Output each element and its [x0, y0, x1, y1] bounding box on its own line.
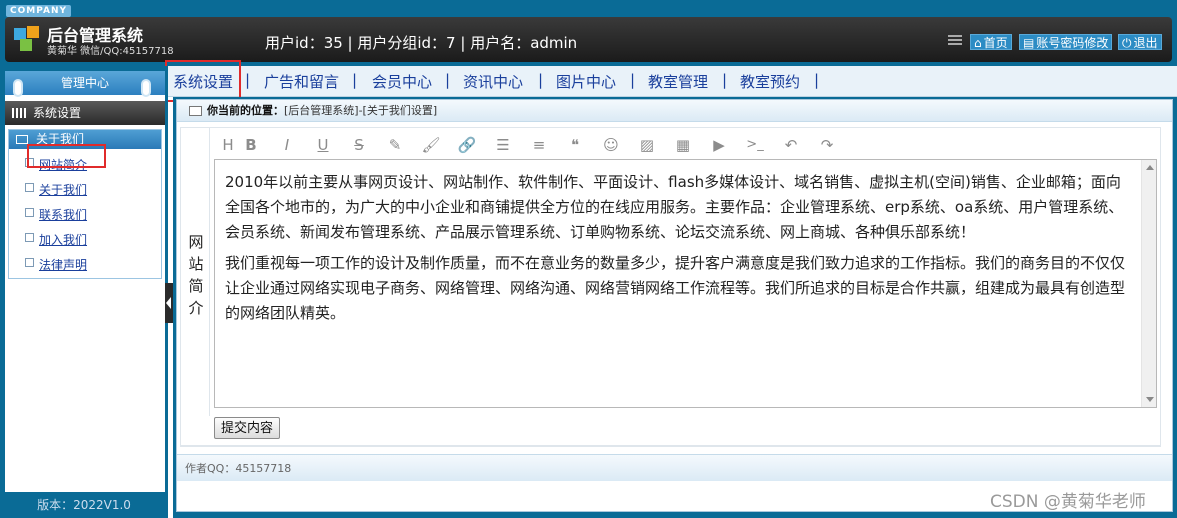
nav-separator: |: [538, 71, 544, 89]
pin-icon: [13, 79, 23, 97]
watermark: CSDN @黄菊华老师: [990, 492, 1146, 512]
nav-separator: |: [352, 71, 358, 89]
breadcrumb: 你当前的位置：[后台管理系统]-[关于我们设置]: [177, 100, 1172, 122]
home-icon: ⌂: [974, 36, 982, 50]
page-icon: [25, 233, 34, 242]
annotation-highlight-box: [165, 60, 241, 102]
field-label-text: 网站简介: [188, 233, 204, 317]
bullet-list-icon[interactable]: ☰: [493, 136, 513, 154]
user-info: 用户id：35 | 用户分组id：7 | 用户名：admin: [265, 34, 578, 52]
home-button[interactable]: ⌂ 首页: [970, 34, 1012, 50]
breadcrumb-prefix: 你当前的位置：: [207, 104, 284, 117]
page-icon: [25, 208, 34, 217]
annotation-highlight-box: [27, 144, 106, 168]
page-icon: [25, 183, 34, 192]
strikethrough-icon[interactable]: S: [349, 136, 369, 154]
power-icon: ⏻: [1122, 36, 1132, 50]
nav-image-center[interactable]: 图片中心: [556, 71, 616, 92]
rich-text-editor[interactable]: 2010年以前主要从事网页设计、网站制作、软件制作、平面设计、flash多媒体设…: [214, 159, 1157, 408]
page-icon: [25, 258, 34, 267]
link-icon[interactable]: 🔗: [457, 136, 477, 154]
top-nav: 系统设置 | 广告和留言 | 会员中心 | 资讯中心 | 图片中心 | 教室管理…: [168, 66, 1177, 97]
align-icon[interactable]: ≡: [529, 136, 549, 154]
change-password-button[interactable]: ▤ 账号密码修改: [1019, 34, 1113, 50]
submit-row: 提交内容: [180, 413, 1161, 446]
italic-icon[interactable]: I: [277, 136, 297, 154]
nav-separator: |: [245, 71, 251, 89]
nav-separator: |: [630, 71, 636, 89]
undo-icon[interactable]: ↶: [781, 136, 801, 154]
underline-icon[interactable]: U: [313, 136, 333, 154]
nav-separator: |: [445, 71, 451, 89]
menu-icon[interactable]: [948, 35, 962, 47]
sidebar-section-label: 系统设置: [33, 106, 82, 120]
nav-separator: |: [814, 71, 820, 89]
quote-icon[interactable]: ❝: [565, 136, 585, 154]
code-icon[interactable]: >_: [743, 136, 767, 154]
sidebar-item-legal[interactable]: 法律声明: [39, 256, 87, 273]
logout-button[interactable]: ⏻ 退出: [1118, 34, 1162, 50]
grid-icon: [12, 108, 26, 118]
content-panel: 你当前的位置：[后台管理系统]-[关于我们设置] 网站简介 H B I U S …: [176, 99, 1173, 512]
nav-classroom-booking[interactable]: 教室预约: [740, 71, 800, 92]
app-subtitle: 黄菊华 微信/QQ:45157718: [47, 46, 174, 57]
company-badge: COMPANY: [6, 5, 71, 17]
form-area: 网站简介 H B I U S ✎ 🖌 🔗 ☰ ≡ ❝ ☺ ▨ ▦ ▶ >_ ↶ …: [180, 127, 1161, 447]
nav-news-center[interactable]: 资讯中心: [463, 71, 523, 92]
sidebar-item-about-us[interactable]: 关于我们: [39, 181, 87, 198]
home-button-label: 首页: [983, 36, 1008, 50]
sidebar-section-system[interactable]: 系统设置: [5, 101, 165, 125]
editor-paragraph: 2010年以前主要从事网页设计、网站制作、软件制作、平面设计、flash多媒体设…: [225, 173, 1124, 241]
editor-content[interactable]: 2010年以前主要从事网页设计、网站制作、软件制作、平面设计、flash多媒体设…: [225, 170, 1125, 332]
heading-icon[interactable]: H: [218, 136, 238, 154]
sidebar-item-contact-us[interactable]: 联系我们: [39, 206, 87, 223]
nav-ads-messages[interactable]: 广告和留言: [264, 71, 339, 92]
window-icon: [189, 106, 202, 116]
logout-label: 退出: [1133, 36, 1158, 50]
editor-paragraph: 我们重视每一项工作的设计及制作质量，而不在意业务的数量多少，提升客户满意度是我们…: [225, 254, 1126, 322]
nav-classroom-manage[interactable]: 教室管理: [648, 71, 708, 92]
footer: 作者QQ：45157718: [177, 454, 1172, 481]
sidebar: 管理中心 系统设置 关于我们 网站简介 关于我们 联系我们 加入我们 法律声明: [0, 66, 168, 518]
sidebar-item-join-us[interactable]: 加入我们: [39, 231, 87, 248]
field-label-site-intro: 网站简介: [181, 128, 210, 416]
image-icon[interactable]: ▨: [637, 136, 657, 154]
table-icon[interactable]: ▦: [673, 136, 693, 154]
change-password-label: 账号密码修改: [1036, 36, 1109, 50]
eraser-icon[interactable]: ✎: [385, 136, 405, 154]
sidebar-collapse-handle[interactable]: [165, 283, 173, 323]
panel-icon: [16, 135, 28, 144]
logo-cubes-icon: [14, 26, 39, 51]
breadcrumb-path: [后台管理系统]-[关于我们设置]: [284, 104, 438, 117]
version-label: 版本：2022V1.0: [0, 492, 168, 518]
editor-scrollbar[interactable]: [1141, 160, 1156, 407]
list-icon: ▤: [1023, 36, 1035, 50]
emoji-icon[interactable]: ☺: [601, 136, 621, 154]
submit-button[interactable]: 提交内容: [214, 417, 281, 439]
top-header: COMPANY 后台管理系统 黄菊华 微信/QQ:45157718 用户id：3…: [0, 0, 1177, 66]
brush-icon[interactable]: 🖌: [421, 136, 441, 154]
pin-icon: [141, 79, 151, 97]
bold-icon[interactable]: B: [241, 136, 261, 154]
editor-toolbar: H B I U S ✎ 🖌 🔗 ☰ ≡ ❝ ☺ ▨ ▦ ▶ >_ ↶ ↷: [218, 128, 1118, 161]
video-icon[interactable]: ▶: [709, 136, 729, 154]
redo-icon[interactable]: ↷: [817, 136, 837, 154]
nav-separator: |: [722, 71, 728, 89]
nav-member-center[interactable]: 会员中心: [372, 71, 432, 92]
